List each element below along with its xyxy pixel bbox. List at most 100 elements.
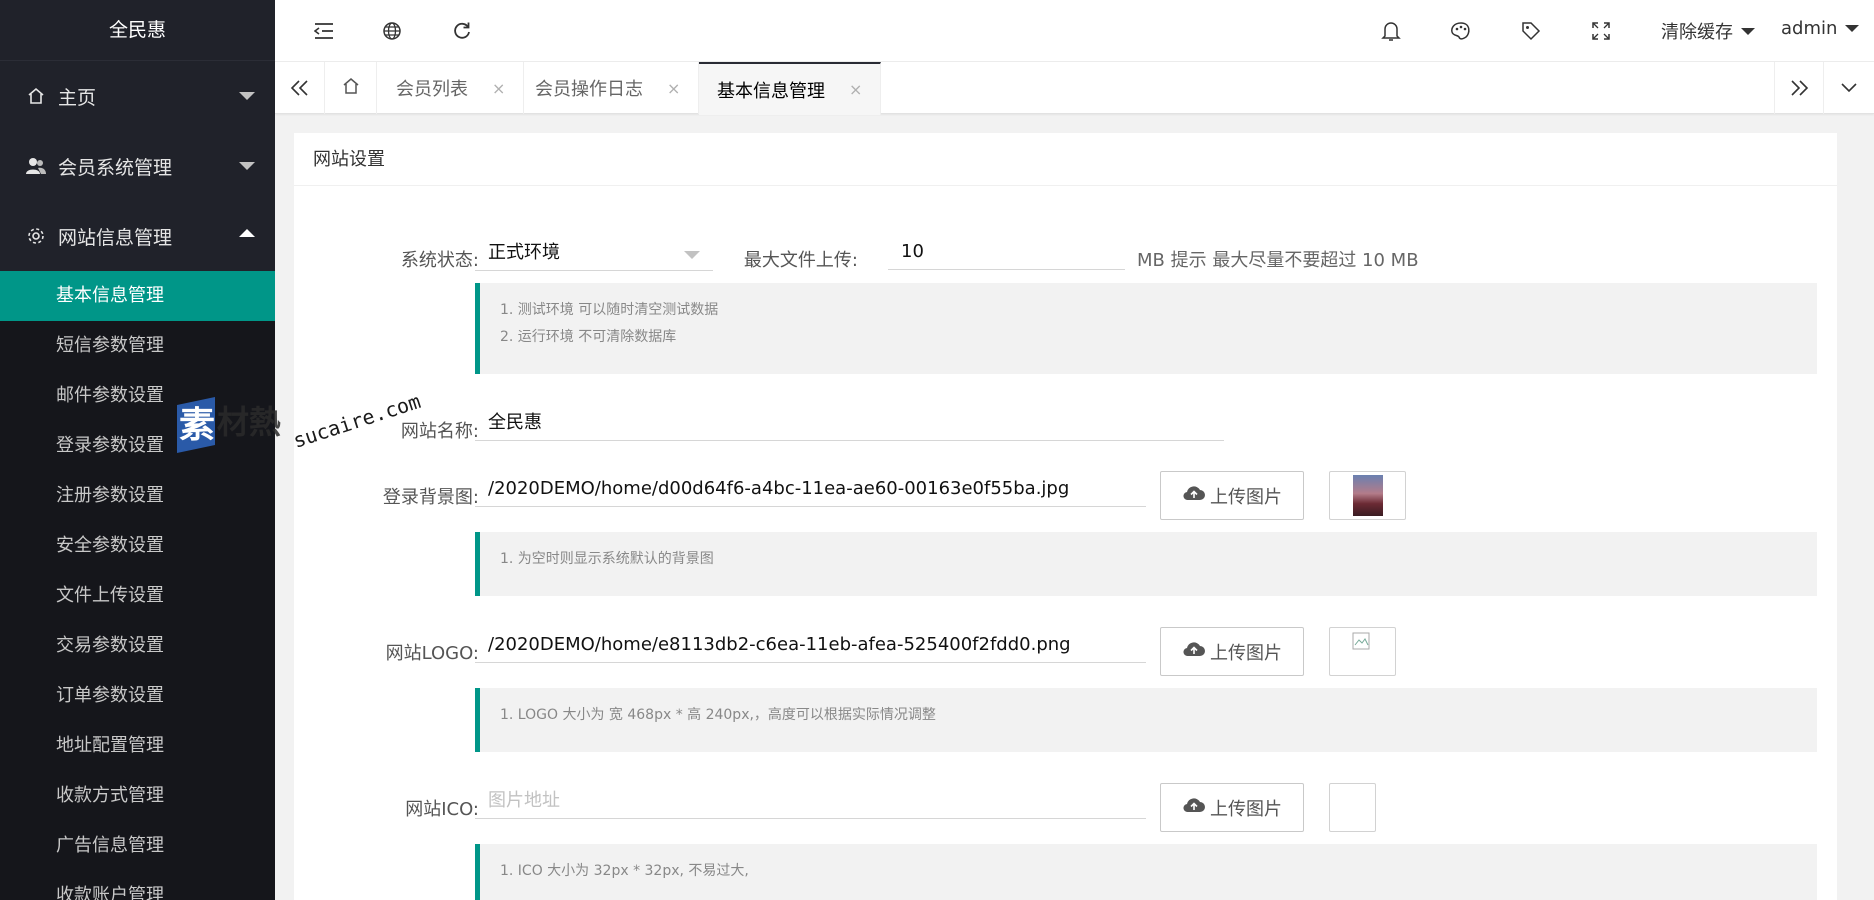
sidebar-item-order[interactable]: 订单参数设置 — [0, 671, 275, 721]
max-upload-input[interactable]: 10 — [888, 234, 1125, 270]
system-status-tip: 1. 测试环境 可以随时清空测试数据 2. 运行环境 不可清除数据库 — [475, 283, 1817, 374]
sidebar-item-security[interactable]: 安全参数设置 — [0, 521, 275, 571]
ico-preview[interactable] — [1329, 783, 1376, 832]
nav-group-label: 网站信息管理 — [58, 226, 173, 249]
top-header: 清除缓存 admin — [275, 0, 1874, 62]
max-upload-label: 最大文件上传: — [743, 250, 858, 271]
tab-bar: 会员列表 × 会员操作日志 × 基本信息管理 × — [275, 62, 1874, 115]
chevron-down-icon — [239, 92, 255, 100]
cloud-upload-icon — [1182, 484, 1206, 507]
bell-icon[interactable] — [1378, 18, 1404, 44]
upload-button-label: 上传图片 — [1210, 642, 1282, 664]
nav-group-site-info[interactable]: 网站信息管理 — [0, 201, 275, 271]
cloud-upload-icon — [1182, 796, 1206, 819]
site-logo-value: /2020DEMO/home/e8113db2-c6ea-11eb-afea-5… — [488, 634, 1071, 655]
sidebar-item-trade[interactable]: 交易参数设置 — [0, 621, 275, 671]
card-title: 网站设置 — [294, 133, 1837, 186]
settings-card: 网站设置 系统状态: 正式环境 最大文件上传: 10 MB 提示 最大尽量不要超… — [294, 133, 1837, 900]
upload-login-bg-button[interactable]: 上传图片 — [1160, 471, 1304, 520]
sidebar-item-accounts[interactable]: 收款账户管理 — [0, 871, 275, 900]
system-status-value: 正式环境 — [488, 242, 560, 263]
fullscreen-icon[interactable] — [1588, 18, 1614, 44]
login-bg-thumbnail — [1353, 475, 1383, 516]
close-icon[interactable]: × — [492, 79, 505, 98]
upload-button-label: 上传图片 — [1210, 486, 1282, 508]
site-logo-label: 网站LOGO: — [385, 643, 479, 664]
tab-home[interactable] — [325, 62, 377, 114]
login-bg-tip: 1. 为空时则显示系统默认的背景图 — [475, 532, 1817, 596]
cloud-upload-icon — [1182, 640, 1206, 663]
login-bg-preview[interactable] — [1329, 471, 1406, 520]
nav-group-label: 会员系统管理 — [58, 156, 173, 179]
tabs-dropdown-icon[interactable] — [1824, 62, 1874, 114]
nav-group-label: 主页 — [58, 86, 97, 109]
home-icon — [341, 76, 361, 101]
system-status-label: 系统状态: — [400, 250, 479, 271]
close-icon[interactable]: × — [849, 80, 862, 99]
users-icon — [24, 154, 48, 178]
tabs-scroll-right-icon[interactable] — [1774, 62, 1824, 114]
sidebar-item-address[interactable]: 地址配置管理 — [0, 721, 275, 771]
tab-label: 会员操作日志 — [535, 79, 643, 100]
chevron-down-icon — [1845, 25, 1860, 32]
upload-ico-button[interactable]: 上传图片 — [1160, 783, 1304, 832]
upload-logo-button[interactable]: 上传图片 — [1160, 627, 1304, 676]
tab-basic-info[interactable]: 基本信息管理 × — [699, 62, 882, 115]
nav-group-members[interactable]: 会员系统管理 — [0, 131, 275, 201]
clear-cache-label: 清除缓存 — [1661, 22, 1733, 43]
sidebar-item-basic-info[interactable]: 基本信息管理 — [0, 271, 275, 321]
palette-icon[interactable] — [1448, 18, 1474, 44]
sidebar-item-sms[interactable]: 短信参数管理 — [0, 321, 275, 371]
site-name-value: 全民惠 — [488, 412, 542, 433]
refresh-icon[interactable] — [449, 18, 475, 44]
tip-line: 1. ICO 大小为 32px * 32px, 不易过大, — [500, 863, 749, 879]
sidebar-item-payment[interactable]: 收款方式管理 — [0, 771, 275, 821]
sidebar: 全民惠 主页 会员系统管理 网站信息管理 基本信息管理 短信参数管理 邮件参数设… — [0, 0, 275, 900]
tab-member-list[interactable]: 会员列表 × — [378, 62, 525, 114]
site-ico-tip: 1. ICO 大小为 32px * 32px, 不易过大, — [475, 844, 1817, 900]
tab-label: 会员列表 — [396, 79, 468, 100]
menu-collapse-icon[interactable] — [311, 18, 337, 44]
chevron-down-icon — [239, 162, 255, 170]
sidebar-item-email[interactable]: 邮件参数设置 — [0, 371, 275, 421]
tip-line: 2. 运行环境 不可清除数据库 — [500, 329, 677, 345]
site-ico-placeholder: 图片地址 — [488, 790, 560, 811]
chevron-up-icon — [239, 229, 255, 237]
site-logo-tip: 1. LOGO 大小为 宽 468px * 高 240px,，高度可以根据实际情… — [475, 688, 1817, 752]
login-bg-value: /2020DEMO/home/d00d64f6-a4bc-11ea-ae60-0… — [488, 478, 1070, 499]
site-ico-label: 网站ICO: — [405, 799, 479, 820]
logo-preview[interactable] — [1329, 627, 1396, 676]
upload-button-label: 上传图片 — [1210, 798, 1282, 820]
max-upload-value: 10 — [901, 241, 924, 262]
sidebar-item-register[interactable]: 注册参数设置 — [0, 471, 275, 521]
tip-line: 1. 为空时则显示系统默认的背景图 — [500, 551, 714, 567]
site-name-label: 网站名称: — [400, 421, 479, 442]
tab-member-log[interactable]: 会员操作日志 × — [517, 62, 700, 114]
nav-group-home[interactable]: 主页 — [0, 61, 275, 131]
app-logo[interactable]: 全民惠 — [0, 0, 275, 61]
max-upload-hint: MB 提示 最大尽量不要超过 10 MB — [1137, 250, 1419, 271]
gear-icon — [24, 224, 48, 248]
tabs-scroll-left-icon[interactable] — [275, 62, 325, 114]
site-name-input[interactable]: 全民惠 — [475, 405, 1224, 441]
sidebar-item-ads[interactable]: 广告信息管理 — [0, 821, 275, 871]
sidebar-item-upload[interactable]: 文件上传设置 — [0, 571, 275, 621]
globe-icon[interactable] — [379, 18, 405, 44]
tab-label: 基本信息管理 — [717, 80, 825, 102]
login-bg-input[interactable]: /2020DEMO/home/d00d64f6-a4bc-11ea-ae60-0… — [475, 471, 1146, 507]
site-ico-input[interactable]: 图片地址 — [475, 783, 1146, 819]
home-icon — [24, 84, 48, 108]
user-name: admin — [1781, 18, 1838, 39]
chevron-down-icon — [1741, 27, 1755, 35]
tip-line: 1. LOGO 大小为 宽 468px * 高 240px,，高度可以根据实际情… — [500, 707, 936, 723]
sidebar-item-login[interactable]: 登录参数设置 — [0, 421, 275, 471]
tip-line: 1. 测试环境 可以随时清空测试数据 — [500, 302, 719, 318]
broken-image-icon — [1352, 632, 1370, 655]
close-icon[interactable]: × — [667, 79, 680, 98]
clear-cache-menu[interactable]: 清除缓存 — [1661, 18, 1755, 44]
user-menu[interactable]: admin — [1781, 18, 1860, 39]
login-bg-label: 登录背景图: — [382, 487, 479, 508]
site-logo-input[interactable]: /2020DEMO/home/e8113db2-c6ea-11eb-afea-5… — [475, 627, 1146, 663]
sidebar-submenu: 基本信息管理 短信参数管理 邮件参数设置 登录参数设置 注册参数设置 安全参数设… — [0, 271, 275, 900]
tag-icon[interactable] — [1518, 18, 1544, 44]
